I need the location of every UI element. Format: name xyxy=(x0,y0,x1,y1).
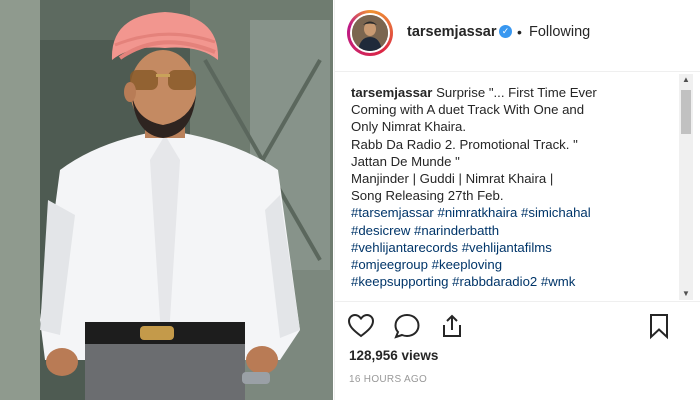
verified-badge-icon: ✓ xyxy=(499,25,512,38)
hashtag-line[interactable]: #vehlijantarecords #vehlijantafilms xyxy=(351,239,673,256)
post-header: tarsemjassar ✓ • Following xyxy=(335,0,700,72)
avatar-image xyxy=(352,15,388,51)
caption-scrollbar[interactable]: ▲ ▼ xyxy=(679,74,693,300)
caption-text: Rabb Da Radio 2. Promotional Track. " xyxy=(351,136,578,152)
hashtag-line[interactable]: #keepsupporting #rabbdaradio2 #wmk xyxy=(351,273,673,290)
post-actions: 128,956 views 16 HOURS AGO xyxy=(335,301,700,401)
post-photo-illustration xyxy=(0,0,333,400)
caption-text: Surprise "... First Time Ever xyxy=(436,85,597,100)
following-button[interactable]: Following xyxy=(529,24,590,40)
hashtag-line[interactable]: #tarsemjassar #nimratkhaira #simichahal xyxy=(351,204,673,221)
scroll-down-arrow-icon[interactable]: ▼ xyxy=(679,288,693,300)
caption-text: Song Releasing 27th Feb. xyxy=(351,188,504,204)
post-image[interactable] xyxy=(0,0,333,400)
caption-text: Jattan De Munde " xyxy=(351,153,460,169)
scroll-up-arrow-icon[interactable]: ▲ xyxy=(679,74,693,86)
comment-bubble-icon[interactable] xyxy=(393,312,421,340)
caption-username[interactable]: tarsemjassar xyxy=(351,85,432,100)
hashtag-line[interactable]: #omjeegroup #keeploving xyxy=(351,256,673,273)
share-icon[interactable] xyxy=(438,312,466,340)
view-count[interactable]: 128,956 views xyxy=(349,348,438,363)
avatar-illustration xyxy=(352,15,388,51)
scrollbar-thumb[interactable] xyxy=(681,90,691,134)
post-caption: tarsemjassar Surprise "... First Time Ev… xyxy=(351,84,673,300)
caption-line: tarsemjassar Surprise "... First Time Ev… xyxy=(351,84,673,101)
bookmark-icon[interactable] xyxy=(645,312,673,340)
caption-text: Manjinder | Guddi | Nimrat Khaira | xyxy=(351,171,554,187)
caption-text: Only Nimrat Khaira. xyxy=(351,119,467,135)
post-timestamp[interactable]: 16 HOURS AGO xyxy=(349,374,427,385)
avatar-ring-gap xyxy=(350,13,390,53)
hashtag-line[interactable]: #desicrew #narinderbatth xyxy=(351,222,673,239)
avatar[interactable] xyxy=(347,10,393,56)
heart-icon[interactable] xyxy=(347,312,375,340)
header-username[interactable]: tarsemjassar xyxy=(407,24,497,40)
header-separator: • xyxy=(517,24,522,40)
caption-text: Coming with A duet Track With One and xyxy=(351,102,585,118)
post-panel: tarsemjassar ✓ • Following tarsemjassar … xyxy=(334,0,700,400)
